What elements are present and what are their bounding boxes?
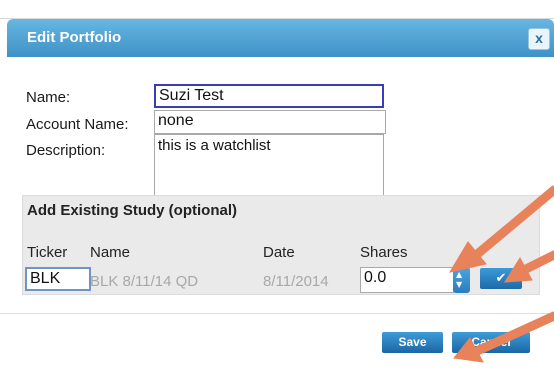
close-icon: x bbox=[535, 30, 543, 46]
stepper-down-icon[interactable]: ▼ bbox=[456, 281, 462, 289]
add-study-title: Add Existing Study (optional) bbox=[27, 202, 237, 219]
name-label: Name: bbox=[26, 89, 71, 106]
check-icon: ✔ bbox=[495, 271, 507, 286]
background-strip bbox=[0, 0, 554, 18]
save-button[interactable]: Save bbox=[382, 332, 443, 353]
column-name: Name bbox=[90, 244, 131, 261]
cancel-button[interactable]: Cancel bbox=[452, 332, 530, 353]
dialog-titlebar: Edit Portfolio x bbox=[7, 19, 554, 57]
column-ticker: Ticker bbox=[27, 244, 68, 261]
ticker-input[interactable]: BLK bbox=[25, 267, 91, 291]
study-name-value: BLK 8/11/14 QD bbox=[90, 273, 199, 290]
name-field[interactable]: Suzi Test bbox=[154, 84, 384, 108]
account-name-field[interactable]: none bbox=[154, 110, 386, 134]
account-name-label: Account Name: bbox=[26, 116, 129, 133]
description-label: Description: bbox=[26, 142, 106, 159]
dialog-title: Edit Portfolio bbox=[27, 29, 122, 46]
footer-divider bbox=[0, 313, 554, 314]
stepper-up-icon[interactable]: ▲ bbox=[456, 271, 462, 279]
column-shares: Shares bbox=[360, 244, 408, 261]
shares-input[interactable]: 0.0 bbox=[360, 267, 454, 293]
add-study-section: Add Existing Study (optional) Ticker Nam… bbox=[22, 195, 540, 295]
column-date: Date bbox=[263, 244, 295, 261]
study-date-value: 8/11/2014 bbox=[263, 273, 329, 290]
add-study-button[interactable]: ✔ bbox=[480, 268, 522, 289]
description-text: this is a watchlist bbox=[158, 137, 271, 154]
close-button[interactable]: x bbox=[528, 28, 550, 50]
shares-stepper[interactable]: ▲ ▼ bbox=[453, 267, 470, 293]
